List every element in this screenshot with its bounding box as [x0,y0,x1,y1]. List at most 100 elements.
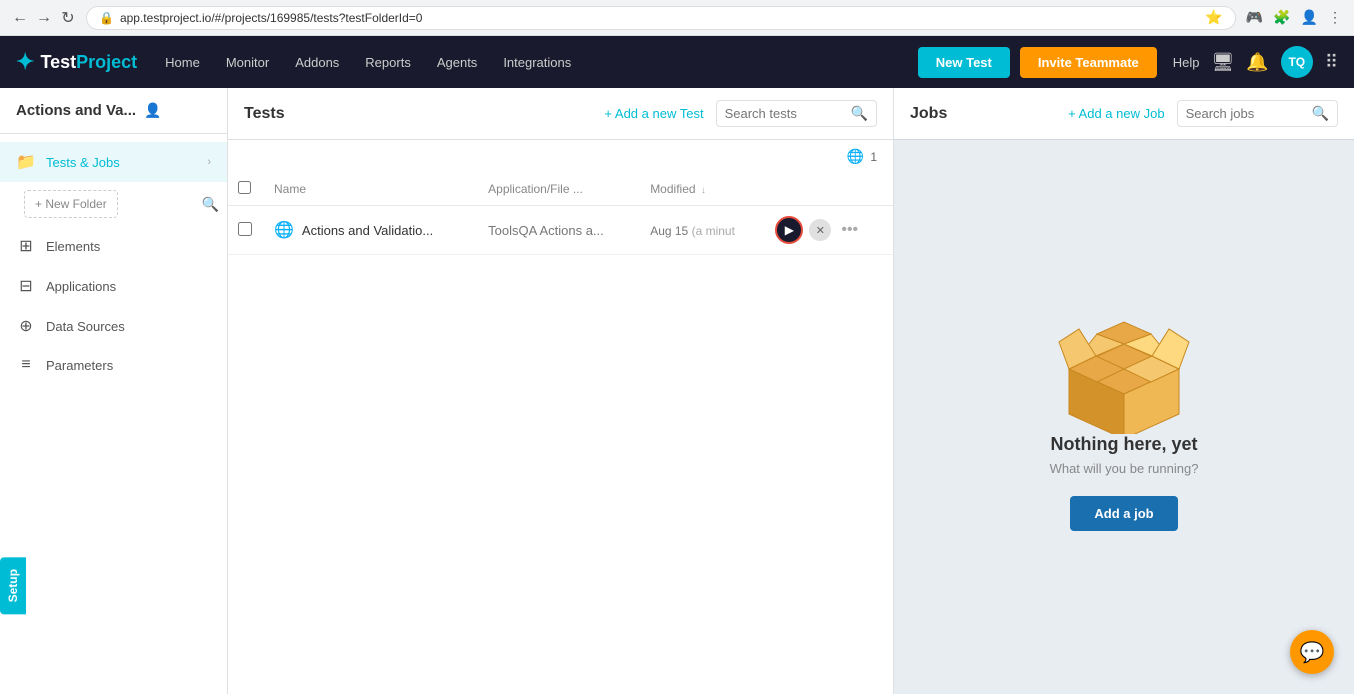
brand-text: TestProject [40,52,137,73]
nav-back-button[interactable]: ← [10,8,30,28]
add-new-job-link[interactable]: + Add a new Job [1068,106,1165,121]
nav-agents[interactable]: Agents [425,49,489,76]
tests-search-box: 🔍 [716,100,877,127]
extension-icon-2[interactable]: 🧩 [1271,7,1292,28]
tests-table-head: Name Application/File ... Modified ↓ [228,173,893,206]
sidebar: Actions and Va... 👤 📁 Tests & Jobs › + N… [0,88,228,694]
nav-refresh-button[interactable]: ↻ [58,8,78,28]
tests-title: Tests [244,105,592,123]
table-toolbar: 🌐 1 [228,140,893,173]
jobs-title: Jobs [910,105,1056,123]
profile-icon[interactable]: 👤 [1299,7,1320,28]
sidebar-header: Actions and Va... 👤 [0,88,227,134]
tests-jobs-icon: 📁 [16,152,36,172]
jobs-empty-state: Nothing here, yet What will you be runni… [894,140,1354,694]
url-text: app.testproject.io/#/projects/169985/tes… [120,11,1199,25]
menu-icon[interactable]: ⋮ [1326,7,1344,28]
help-link[interactable]: Help [1173,55,1200,70]
sidebar-nav: 📁 Tests & Jobs › + New Folder 🔍 ⊞ Elemen… [0,134,227,392]
sidebar-item-applications[interactable]: ⊟ Applications [0,266,227,306]
avatar[interactable]: TQ [1281,46,1313,78]
select-all-col [228,173,264,206]
elements-label: Elements [46,239,211,254]
select-all-checkbox[interactable] [238,181,251,194]
tests-panel: Tests + Add a new Test 🔍 🌐 1 [228,88,894,694]
data-sources-icon: ⊕ [16,316,36,336]
col-actions [765,173,893,206]
tests-table-body: 🌐 Actions and Validatio... ToolsQA Actio… [228,206,893,255]
navbar-right: Help 🖥 🔔 TQ ⠿ [1173,46,1338,78]
jobs-search-input[interactable] [1186,106,1306,121]
nav-forward-button[interactable]: → [34,8,54,28]
nav-reports[interactable]: Reports [353,49,423,76]
row-actions-cell: ▶ ✕ ••• [765,206,893,255]
tests-search-input[interactable] [725,106,845,121]
sidebar-item-tests-jobs[interactable]: 📁 Tests & Jobs › [0,142,227,182]
empty-box-illustration [1049,304,1199,434]
add-new-test-link[interactable]: + Add a new Test [604,106,703,121]
parameters-icon: ≡ [16,356,36,374]
nav-links: Home Monitor Addons Reports Agents Integ… [153,49,914,76]
empty-subtitle: What will you be running? [1050,461,1199,476]
mod-date: Aug 15 (a minut [650,224,735,238]
row-actions: ▶ ✕ ••• [775,216,883,244]
row-checkbox-cell [228,206,264,255]
setup-tab[interactable]: Setup [0,557,26,614]
jobs-search-icon: 🔍 [1312,105,1329,122]
sort-icon: ↓ [701,185,706,196]
new-test-button[interactable]: New Test [918,47,1010,78]
app-name: ToolsQA Actions a... [488,223,604,238]
browser-nav[interactable]: ← → ↻ [10,8,78,28]
jobs-header: Jobs + Add a new Job 🔍 [894,88,1354,140]
col-modified: Modified ↓ [640,173,765,206]
new-folder-button[interactable]: + New Folder [24,190,118,218]
chevron-right-icon: › [207,156,211,168]
extension-icon-1[interactable]: 🎮 [1244,7,1265,28]
grid-icon[interactable]: ⠿ [1325,52,1338,73]
tests-panel-header: Tests + Add a new Test 🔍 [228,88,893,140]
project-settings-icon[interactable]: 👤 [144,102,161,119]
invite-teammate-button[interactable]: Invite Teammate [1020,47,1157,78]
jobs-search-box: 🔍 [1177,100,1338,127]
more-button[interactable]: ••• [837,221,862,239]
content-area: Tests + Add a new Test 🔍 🌐 1 [228,88,1354,694]
project-title: Actions and Va... [16,102,136,119]
brand-logo[interactable]: ✦ TestProject [16,49,137,75]
tests-table: Name Application/File ... Modified ↓ [228,173,893,255]
row-modified-cell: Aug 15 (a minut [640,206,765,255]
globe-toolbar-icon: 🌐 [847,148,864,165]
row-checkbox[interactable] [238,222,252,236]
count-badge: 1 [870,150,877,164]
test-name[interactable]: Actions and Validatio... [302,223,433,238]
sidebar-item-data-sources[interactable]: ⊕ Data Sources [0,306,227,346]
add-job-button[interactable]: Add a job [1070,496,1177,531]
browser-chrome: ← → ↻ 🔒 app.testproject.io/#/projects/16… [0,0,1354,36]
nav-monitor[interactable]: Monitor [214,49,281,76]
data-sources-label: Data Sources [46,319,211,334]
row-globe-icon: 🌐 [274,220,294,240]
close-button[interactable]: ✕ [809,219,831,241]
row-icon-cell: 🌐 Actions and Validatio... [264,206,478,255]
nav-home[interactable]: Home [153,49,212,76]
sidebar-item-parameters[interactable]: ≡ Parameters [0,346,227,384]
tests-jobs-label: Tests & Jobs [46,155,197,170]
table-row: 🌐 Actions and Validatio... ToolsQA Actio… [228,206,893,255]
bell-icon[interactable]: 🔔 [1246,52,1268,73]
elements-icon: ⊞ [16,236,36,256]
play-button[interactable]: ▶ [775,216,803,244]
monitor-icon[interactable]: 🖥 [1212,52,1235,73]
nav-integrations[interactable]: Integrations [491,49,583,76]
empty-title: Nothing here, yet [1050,434,1197,455]
sidebar-item-elements[interactable]: ⊞ Elements [0,226,227,266]
chat-bubble[interactable]: 💬 [1290,630,1334,674]
col-app: Application/File ... [478,173,640,206]
col-name: Name [264,173,478,206]
jobs-panel: Jobs + Add a new Job 🔍 [894,88,1354,694]
browser-actions: 🎮 🧩 👤 ⋮ [1244,7,1344,28]
tests-search-icon: 🔍 [851,105,868,122]
top-navbar: ✦ TestProject Home Monitor Addons Report… [0,36,1354,88]
address-bar[interactable]: 🔒 app.testproject.io/#/projects/169985/t… [86,6,1236,30]
nav-addons[interactable]: Addons [283,49,351,76]
folder-search-icon[interactable]: 🔍 [202,196,219,213]
folder-actions-row: + New Folder 🔍 [0,182,227,226]
